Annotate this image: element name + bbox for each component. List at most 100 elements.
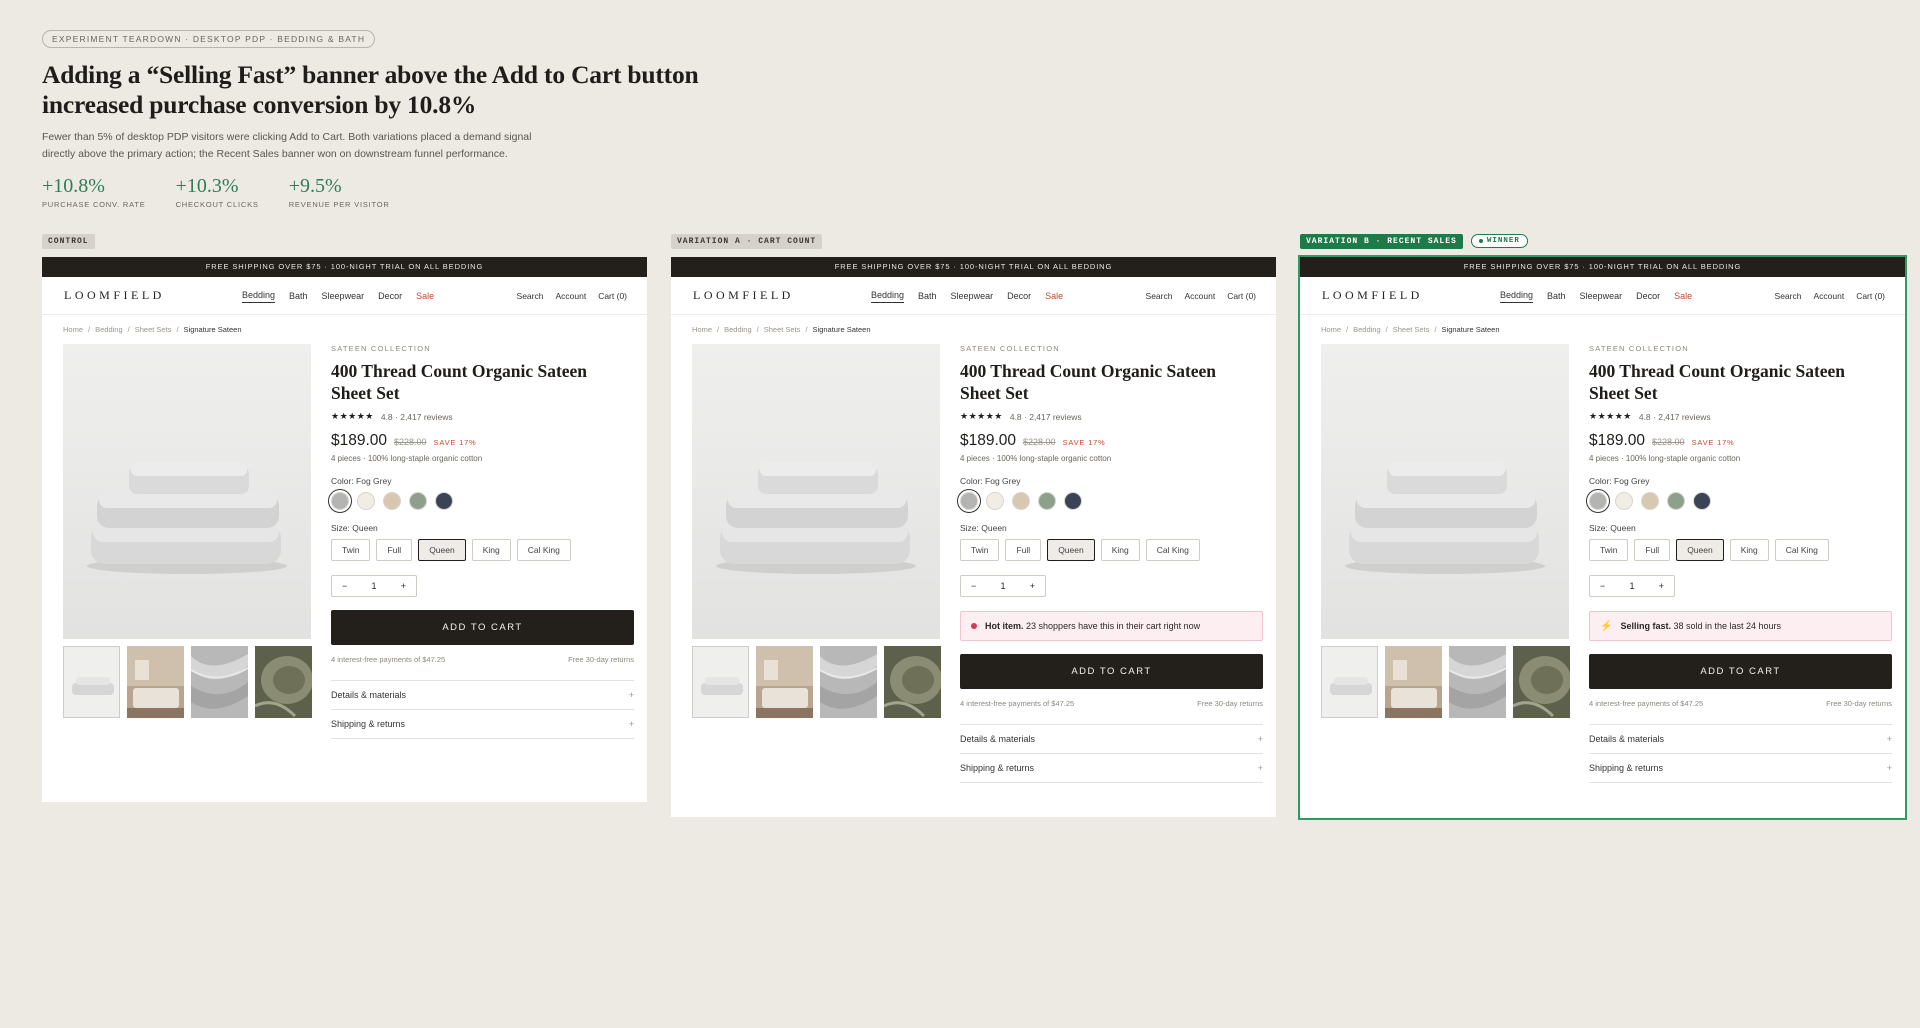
size-full[interactable]: Full bbox=[1634, 539, 1671, 561]
crumb-home[interactable]: Home bbox=[1321, 325, 1341, 334]
nav-bedding[interactable]: Bedding bbox=[1500, 290, 1534, 303]
swatch-ivory[interactable] bbox=[986, 492, 1004, 510]
product-main-image[interactable] bbox=[63, 344, 311, 639]
nav-bedding[interactable]: Bedding bbox=[242, 290, 276, 303]
qty-value[interactable]: 1 bbox=[1000, 581, 1005, 591]
size-queen[interactable]: Queen bbox=[1676, 539, 1724, 561]
swatch-sand[interactable] bbox=[1641, 492, 1659, 510]
thumbnail-fabric-grey[interactable] bbox=[820, 646, 877, 718]
thumbnail-bedroom[interactable] bbox=[756, 646, 813, 718]
size-king[interactable]: King bbox=[471, 539, 511, 561]
thumbnail-sheet-stack[interactable] bbox=[63, 646, 120, 718]
nav-bath[interactable]: Bath bbox=[289, 291, 308, 301]
nav-bath[interactable]: Bath bbox=[918, 291, 937, 301]
accordion-details[interactable]: Details & materials + bbox=[331, 681, 634, 710]
nav-sleepwear[interactable]: Sleepwear bbox=[951, 291, 994, 301]
size-queen[interactable]: Queen bbox=[418, 539, 466, 561]
swatch-navy[interactable] bbox=[435, 492, 453, 510]
crumb-bedding[interactable]: Bedding bbox=[95, 325, 123, 334]
brand-logo[interactable]: LOOMFIELD bbox=[64, 288, 165, 303]
qty-decrement-button[interactable]: − bbox=[342, 581, 347, 591]
size-cal-king[interactable]: Cal King bbox=[1145, 539, 1200, 561]
brand-logo[interactable]: LOOMFIELD bbox=[693, 288, 794, 303]
nav-bath[interactable]: Bath bbox=[1547, 291, 1566, 301]
swatch-fog-grey[interactable] bbox=[328, 489, 352, 513]
swatch-sage[interactable] bbox=[1038, 492, 1056, 510]
accordion-details[interactable]: Details & materials + bbox=[1589, 725, 1892, 754]
swatch-ivory[interactable] bbox=[1615, 492, 1633, 510]
qty-increment-button[interactable]: + bbox=[1659, 581, 1664, 591]
size-twin[interactable]: Twin bbox=[960, 539, 1000, 561]
crumb-sheet-sets[interactable]: Sheet Sets bbox=[1393, 325, 1430, 334]
accordion-shipping[interactable]: Shipping & returns + bbox=[331, 710, 634, 739]
swatch-navy[interactable] bbox=[1064, 492, 1082, 510]
add-to-cart-button[interactable]: ADD TO CART bbox=[1589, 654, 1892, 689]
nav-decor[interactable]: Decor bbox=[378, 291, 402, 301]
thumbnail-fabric-grey[interactable] bbox=[191, 646, 248, 718]
thumbnail-sheet-stack[interactable] bbox=[692, 646, 749, 718]
nav-sleepwear[interactable]: Sleepwear bbox=[322, 291, 365, 301]
swatch-sand[interactable] bbox=[383, 492, 401, 510]
thumbnail-fabric-green[interactable] bbox=[255, 646, 312, 718]
thumbnail-fabric-green[interactable] bbox=[884, 646, 941, 718]
crumb-bedding[interactable]: Bedding bbox=[724, 325, 752, 334]
swatch-sand[interactable] bbox=[1012, 492, 1030, 510]
qty-increment-button[interactable]: + bbox=[401, 581, 406, 591]
accordion-shipping[interactable]: Shipping & returns + bbox=[960, 754, 1263, 783]
crumb-bedding[interactable]: Bedding bbox=[1353, 325, 1381, 334]
qty-increment-button[interactable]: + bbox=[1030, 581, 1035, 591]
account-link[interactable]: Account bbox=[1184, 291, 1215, 301]
product-main-image[interactable] bbox=[1321, 344, 1569, 639]
nav-sleepwear[interactable]: Sleepwear bbox=[1580, 291, 1623, 301]
crumb-home[interactable]: Home bbox=[692, 325, 712, 334]
accordion-details[interactable]: Details & materials + bbox=[960, 725, 1263, 754]
add-to-cart-button[interactable]: ADD TO CART bbox=[960, 654, 1263, 689]
thumbnail-fabric-grey[interactable] bbox=[1449, 646, 1506, 718]
qty-value[interactable]: 1 bbox=[1629, 581, 1634, 591]
size-full[interactable]: Full bbox=[1005, 539, 1042, 561]
add-to-cart-button[interactable]: ADD TO CART bbox=[331, 610, 634, 645]
nav-decor[interactable]: Decor bbox=[1007, 291, 1031, 301]
product-main-image[interactable] bbox=[692, 344, 940, 639]
swatch-fog-grey[interactable] bbox=[957, 489, 981, 513]
account-link[interactable]: Account bbox=[1813, 291, 1844, 301]
swatch-sage[interactable] bbox=[1667, 492, 1685, 510]
swatch-navy[interactable] bbox=[1693, 492, 1711, 510]
nav-bedding[interactable]: Bedding bbox=[871, 290, 905, 303]
search-link[interactable]: Search bbox=[517, 291, 544, 301]
qty-value[interactable]: 1 bbox=[371, 581, 376, 591]
search-link[interactable]: Search bbox=[1146, 291, 1173, 301]
accordion-shipping[interactable]: Shipping & returns + bbox=[1589, 754, 1892, 783]
cart-link[interactable]: Cart (0) bbox=[598, 291, 627, 301]
cart-link[interactable]: Cart (0) bbox=[1227, 291, 1256, 301]
crumb-home[interactable]: Home bbox=[63, 325, 83, 334]
thumbnail-bedroom[interactable] bbox=[1385, 646, 1442, 718]
swatch-ivory[interactable] bbox=[357, 492, 375, 510]
nav-sale[interactable]: Sale bbox=[416, 291, 434, 301]
size-queen[interactable]: Queen bbox=[1047, 539, 1095, 561]
qty-decrement-button[interactable]: − bbox=[971, 581, 976, 591]
swatch-sage[interactable] bbox=[409, 492, 427, 510]
size-twin[interactable]: Twin bbox=[331, 539, 371, 561]
rating-row[interactable]: ★★★★★ 4.8 · 2,417 reviews bbox=[1589, 411, 1892, 422]
account-link[interactable]: Account bbox=[555, 291, 586, 301]
nav-sale[interactable]: Sale bbox=[1045, 291, 1063, 301]
size-twin[interactable]: Twin bbox=[1589, 539, 1629, 561]
thumbnail-sheet-stack[interactable] bbox=[1321, 646, 1378, 718]
nav-decor[interactable]: Decor bbox=[1636, 291, 1660, 301]
rating-row[interactable]: ★★★★★ 4.8 · 2,417 reviews bbox=[331, 411, 634, 422]
thumbnail-bedroom[interactable] bbox=[127, 646, 184, 718]
nav-sale[interactable]: Sale bbox=[1674, 291, 1692, 301]
size-cal-king[interactable]: Cal King bbox=[516, 539, 571, 561]
size-king[interactable]: King bbox=[1729, 539, 1769, 561]
crumb-sheet-sets[interactable]: Sheet Sets bbox=[135, 325, 172, 334]
size-king[interactable]: King bbox=[1100, 539, 1140, 561]
swatch-fog-grey[interactable] bbox=[1586, 489, 1610, 513]
cart-link[interactable]: Cart (0) bbox=[1856, 291, 1885, 301]
rating-row[interactable]: ★★★★★ 4.8 · 2,417 reviews bbox=[960, 411, 1263, 422]
brand-logo[interactable]: LOOMFIELD bbox=[1322, 288, 1423, 303]
size-full[interactable]: Full bbox=[376, 539, 413, 561]
qty-decrement-button[interactable]: − bbox=[1600, 581, 1605, 591]
thumbnail-fabric-green[interactable] bbox=[1513, 646, 1570, 718]
size-cal-king[interactable]: Cal King bbox=[1774, 539, 1829, 561]
